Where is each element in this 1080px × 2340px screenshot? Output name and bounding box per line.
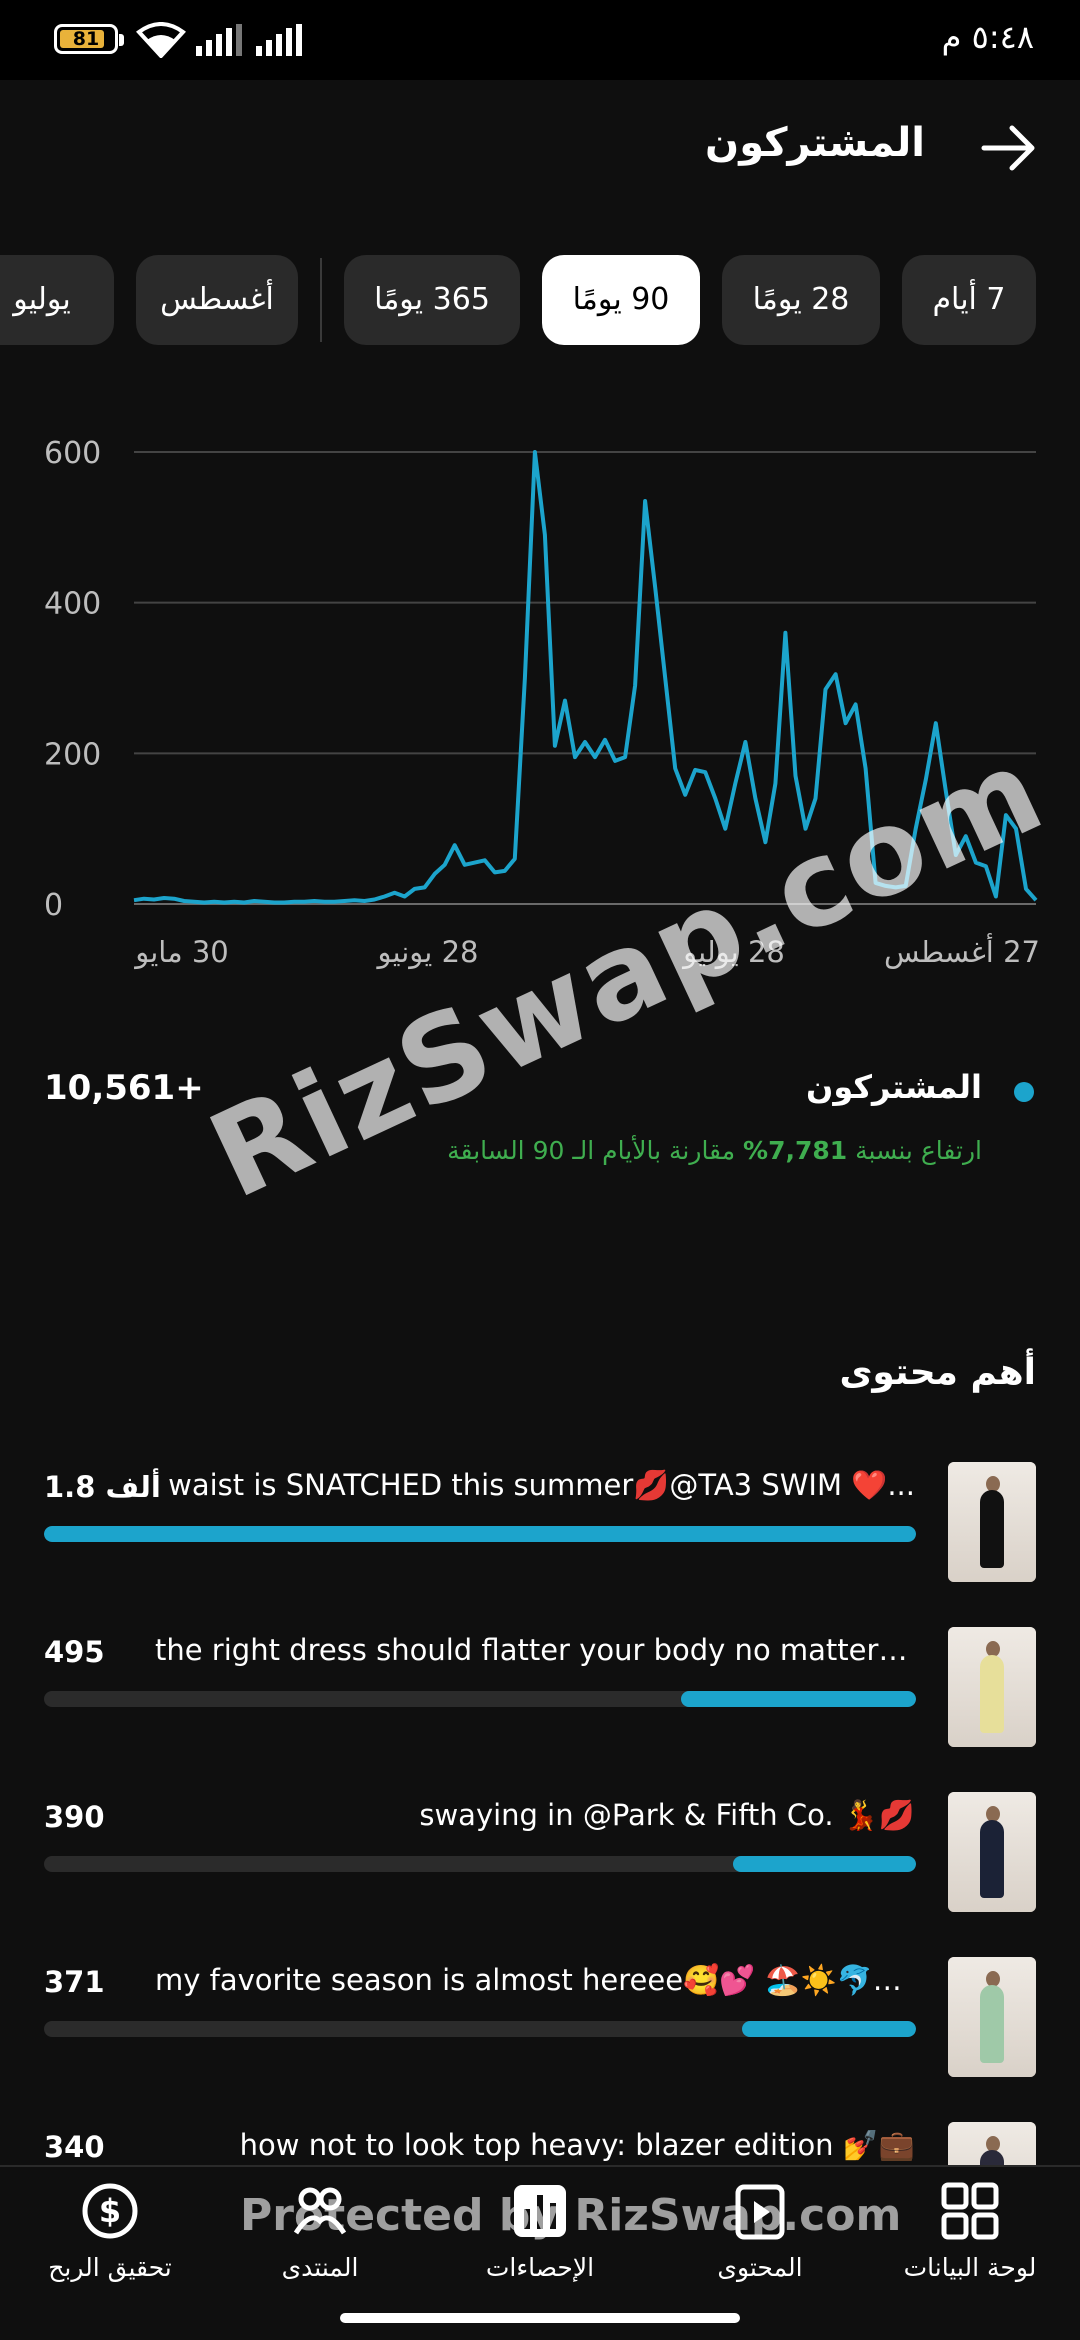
- content-title: swaying in @Park & Fifth Co. 💃💋: [419, 1798, 915, 1832]
- x-tick-label: 27 أغسطس: [884, 932, 1040, 969]
- home-indicator[interactable]: [340, 2313, 740, 2323]
- content-subscribers: 1.8 ألف: [44, 1470, 161, 1504]
- content-item[interactable]: my favorite season is almost hereee🥰💕 🏖️…: [0, 1957, 1080, 2087]
- nav-dashboard[interactable]: لوحة البيانات: [870, 2177, 1070, 2297]
- x-tick-label: 28 يونيو: [376, 935, 479, 969]
- battery-icon: 81: [54, 24, 124, 54]
- content-icon: [735, 2184, 785, 2240]
- content-progress-fill: [741, 2021, 916, 2037]
- subscribers-total: 10,561+: [44, 1068, 204, 1108]
- content-subscribers: 390: [44, 1800, 105, 1834]
- legend-label: المشتركون: [806, 1068, 982, 1106]
- filter-90-days[interactable]: 90 يومًا: [542, 255, 700, 345]
- filter-august[interactable]: أغسطس: [136, 255, 298, 345]
- filter-365-days[interactable]: 365 يومًا: [344, 255, 520, 345]
- status-bar: 81 ٥:٤٨ م: [0, 0, 1080, 80]
- filter-july[interactable]: يوليو: [0, 255, 114, 345]
- video-thumbnail: [948, 1792, 1036, 1912]
- content-subscribers: 340: [44, 2130, 105, 2164]
- filter-7-days[interactable]: 7 أيام: [902, 255, 1036, 345]
- growth-suffix: مقارنة بالأيام الـ 90 السابقة: [447, 1136, 736, 1165]
- signal-icon: [256, 24, 302, 56]
- video-thumbnail: [948, 1462, 1036, 1582]
- monetization-icon: $: [82, 2183, 138, 2239]
- back-arrow-icon[interactable]: [978, 118, 1038, 178]
- content-item[interactable]: the right dress should flatter your body…: [0, 1627, 1080, 1757]
- date-range-filters: 7 أيام 28 يومًا 90 يومًا 365 يومًا أغسطس…: [0, 255, 1080, 345]
- filter-28-days[interactable]: 28 يومًا: [722, 255, 880, 345]
- nav-label: المنتدى: [281, 2253, 359, 2282]
- legend-dot: [1014, 1082, 1034, 1102]
- nav-label: المحتوى: [717, 2253, 803, 2282]
- page-header: المشتركون: [0, 80, 1080, 210]
- content-item[interactable]: waist is SNATCHED this summer💋@TA3 SWIM …: [0, 1462, 1080, 1592]
- y-tick-label: 600: [44, 436, 101, 471]
- nav-content[interactable]: المحتوى: [660, 2177, 860, 2297]
- nav-monetization[interactable]: $ تحقيق الربح: [10, 2177, 210, 2297]
- content-progress-bar: [44, 1526, 916, 1542]
- y-tick-label: 200: [44, 737, 101, 772]
- content-progress-fill: [680, 1691, 916, 1707]
- wifi-icon: [136, 22, 186, 58]
- growth-percent: 7,781%: [743, 1136, 848, 1165]
- status-time: ٥:٤٨ م: [941, 18, 1034, 56]
- chart-legend: المشتركون 10,561+: [0, 1060, 1080, 1120]
- video-thumbnail: [948, 1627, 1036, 1747]
- y-tick-label: 0: [44, 888, 63, 923]
- content-title: my favorite season is almost hereee🥰💕 🏖️…: [155, 1963, 915, 1997]
- nav-label: الإحصاءات: [485, 2253, 595, 2282]
- nav-label: لوحة البيانات: [903, 2253, 1037, 2282]
- content-subscribers: 495: [44, 1635, 105, 1669]
- series-line-subscribers: [133, 450, 1038, 905]
- content-progress-bar: [44, 1691, 916, 1707]
- nav-analytics[interactable]: الإحصاءات: [440, 2177, 640, 2297]
- x-tick-label: 28 يوليو: [681, 935, 785, 969]
- svg-text:$: $: [99, 2192, 121, 2230]
- growth-summary: ارتفاع بنسبة 7,781% مقارنة بالأيام الـ 9…: [447, 1136, 982, 1165]
- dashboard-icon: [941, 2182, 999, 2240]
- content-progress-fill: [44, 1526, 916, 1542]
- content-progress-bar: [44, 2021, 916, 2037]
- content-progress-bar: [44, 1856, 916, 1872]
- bottom-nav: لوحة البيانات المحتوى الإحصاءات المنتدى …: [0, 2165, 1080, 2295]
- community-icon: [293, 2187, 347, 2235]
- growth-prefix: ارتفاع بنسبة: [855, 1136, 982, 1165]
- nav-label: تحقيق الربح: [48, 2253, 172, 2282]
- chart-svg: 600 400 200 0 30 مايو 28 يونيو 28 يوليو 27 أغسط…: [44, 436, 1040, 969]
- subscribers-chart: 600 400 200 0 30 مايو 28 يونيو 28 يوليو 27 أغسط…: [0, 410, 1080, 990]
- battery-level: 81: [72, 28, 100, 50]
- x-tick-label: 30 مايو: [133, 935, 229, 969]
- content-title: waist is SNATCHED this summer💋@TA3 SWIM …: [168, 1468, 915, 1502]
- content-title: how not to look top heavy: blazer editio…: [239, 2128, 915, 2162]
- content-progress-fill: [732, 1856, 916, 1872]
- video-thumbnail: [948, 1957, 1036, 2077]
- content-title: the right dress should flatter your body…: [155, 1633, 915, 1667]
- filter-divider: [320, 258, 322, 342]
- content-subscribers: 371: [44, 1965, 105, 1999]
- y-tick-label: 400: [44, 587, 101, 622]
- analytics-icon: [514, 2185, 566, 2237]
- nav-community[interactable]: المنتدى: [220, 2177, 420, 2297]
- signal-icon: [196, 24, 242, 56]
- content-item[interactable]: swaying in @Park & Fifth Co. 💃💋 390: [0, 1792, 1080, 1922]
- page-title: المشتركون: [705, 120, 925, 166]
- top-content-title: أهم محتوى: [839, 1352, 1036, 1393]
